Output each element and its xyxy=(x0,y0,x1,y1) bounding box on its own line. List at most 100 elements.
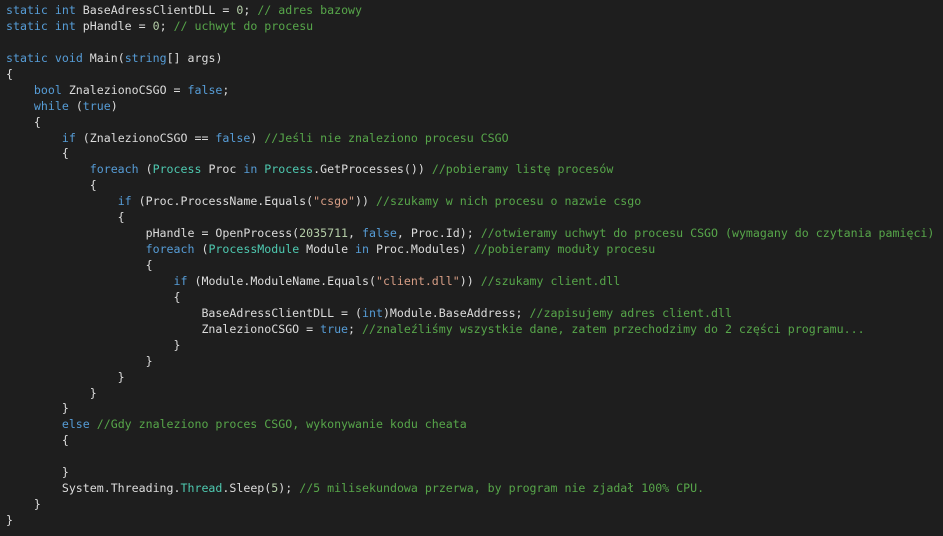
code-token: System.Threading. xyxy=(6,481,181,496)
code-token: ; xyxy=(222,82,230,97)
code-token: } xyxy=(6,385,97,400)
code-token: 2035711 xyxy=(299,226,349,241)
code-line: System.Threading.Thread.Sleep(5); //5 mi… xyxy=(0,481,943,497)
code-line: else //Gdy znaleziono proces CSGO, wykon… xyxy=(0,417,943,433)
code-line: { xyxy=(0,146,943,162)
code-token: )Module.BaseAddress; xyxy=(382,305,530,320)
code-token: (Proc.ProcessName.Equals( xyxy=(138,194,314,209)
code-token: //otwieramy uchwyt do procesu CSGO (wyma… xyxy=(480,226,935,241)
code-token: } xyxy=(6,353,153,368)
code-token: , xyxy=(348,226,363,241)
code-token: in xyxy=(243,162,265,177)
code-line: if (Module.ModuleName.Equals("client.dll… xyxy=(0,274,943,290)
code-token: (Module.ModuleName.Equals( xyxy=(194,273,376,288)
code-token: true xyxy=(82,98,111,113)
code-token: "csgo" xyxy=(313,194,356,209)
code-token: pHandle = OpenProcess( xyxy=(6,226,300,241)
code-token: ) xyxy=(110,98,118,113)
code-token: ) xyxy=(250,130,265,145)
code-token: ; xyxy=(348,321,362,336)
code-token: { xyxy=(6,289,181,304)
code-line: { xyxy=(0,178,943,194)
code-line: } xyxy=(0,354,943,370)
code-token: )) xyxy=(459,273,481,288)
code-line: ​ xyxy=(0,35,943,51)
code-token: true xyxy=(320,321,349,336)
code-line: { xyxy=(0,433,943,449)
code-token: (ZnalezionoCSGO == xyxy=(82,130,216,145)
code-line: } xyxy=(0,465,943,481)
code-token: } xyxy=(6,497,41,512)
code-token: 0 xyxy=(152,18,160,33)
code-token: false xyxy=(362,226,397,241)
code-token: } xyxy=(6,369,125,384)
code-token: ; xyxy=(159,18,174,33)
code-editor[interactable]: static int BaseAdressClientDLL = 0; // a… xyxy=(0,0,943,536)
code-token: bool xyxy=(33,82,69,97)
code-token: // adres bazowy xyxy=(257,3,363,17)
code-line: { xyxy=(0,290,943,306)
code-line: } xyxy=(0,370,943,386)
code-token: { xyxy=(6,114,41,129)
code-token: { xyxy=(6,146,69,161)
code-line: bool ZnalezionoCSGO = false; xyxy=(0,83,943,99)
code-token: { xyxy=(6,433,69,448)
code-line: foreach (ProcessModule Module in Proc.Mo… xyxy=(0,242,943,258)
code-token: ); xyxy=(278,481,300,496)
code-token: int xyxy=(361,305,383,320)
code-token: foreach xyxy=(89,162,146,177)
code-token: Main( xyxy=(89,50,125,65)
code-line: { xyxy=(0,67,943,83)
code-token: } xyxy=(6,401,69,416)
code-token: , Proc.Id); xyxy=(396,226,481,241)
code-token: } xyxy=(6,465,69,480)
code-token: false xyxy=(187,82,223,97)
code-token: [] args) xyxy=(166,50,223,65)
code-token: { xyxy=(6,66,13,81)
code-token: Process xyxy=(264,162,314,177)
code-token: in xyxy=(355,242,376,257)
code-token: .GetProcesses()) xyxy=(313,162,432,177)
code-token: //zapisujemy adres client.dll xyxy=(529,305,732,320)
code-token: } xyxy=(6,337,181,352)
code-token: BaseAdressClientDLL = xyxy=(82,3,237,17)
code-token: //Gdy znaleziono proces CSGO, wykonywani… xyxy=(96,417,467,432)
code-token: static xyxy=(6,3,55,17)
code-token: Proc.Modules) xyxy=(376,242,474,257)
code-token: Process xyxy=(152,162,209,177)
code-token: BaseAdressClientDLL = ( xyxy=(6,305,362,320)
code-token: //5 milisekundowa przerwa, by program ni… xyxy=(299,481,705,496)
code-token: int xyxy=(54,18,83,33)
code-line: } xyxy=(0,513,943,529)
code-token: { xyxy=(6,210,125,225)
code-token: ZnalezionoCSGO = xyxy=(6,321,321,336)
code-token: if xyxy=(61,130,83,145)
code-line: } xyxy=(0,497,943,513)
code-token: void xyxy=(54,50,90,65)
code-token: static xyxy=(6,18,55,33)
code-token: //pobieramy moduły procesu xyxy=(473,242,656,257)
code-line: while (true) xyxy=(0,99,943,115)
code-line: if (Proc.ProcessName.Equals("csgo")) //s… xyxy=(0,194,943,210)
code-token: string xyxy=(124,50,167,65)
code-line: } xyxy=(0,338,943,354)
code-line: if (ZnalezionoCSGO == false) //Jeśli nie… xyxy=(0,131,943,147)
code-token: else xyxy=(61,417,97,432)
code-token: } xyxy=(6,513,13,527)
code-token: //Jeśli nie znaleziono procesu CSGO xyxy=(264,130,509,145)
code-token: // uchwyt do procesu xyxy=(173,18,314,33)
code-token: false xyxy=(215,130,251,145)
code-line: pHandle = OpenProcess(2035711, false, Pr… xyxy=(0,226,943,242)
code-line: { xyxy=(0,258,943,274)
code-line: } xyxy=(0,401,943,417)
code-token: while xyxy=(33,98,76,113)
code-line: ZnalezionoCSGO = true; //znaleźliśmy wsz… xyxy=(0,322,943,338)
code-token: //znaleźliśmy wszystkie dane, zatem prze… xyxy=(362,321,865,336)
